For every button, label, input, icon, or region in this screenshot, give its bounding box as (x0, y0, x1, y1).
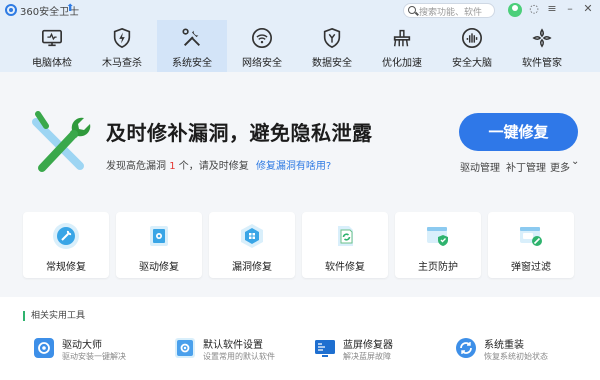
nav-item-network-security[interactable]: 网络安全 (227, 20, 297, 72)
wifi-icon (252, 28, 272, 48)
tools-section-title: 相关实用工具 (23, 311, 85, 321)
nav-label: 电脑体检 (32, 58, 72, 69)
software-refresh-icon (338, 226, 353, 246)
title-bar: 360安全卫士 ⬆ 搜索功能、软件 ◌ ≡ – ✕ (0, 0, 600, 20)
nav-item-system-security[interactable]: 系统安全 (157, 20, 227, 72)
minimize-icon[interactable]: – (563, 2, 577, 16)
tile-homepage-protection[interactable]: 主页防护 (395, 212, 481, 278)
more-link[interactable]: 更多 (550, 159, 570, 174)
app-logo-icon (5, 4, 17, 16)
tool-title: 驱动大师 (62, 340, 102, 351)
sub-prefix: 发现高危漏洞 (106, 161, 166, 172)
patch-management-link[interactable]: 补丁管理 (506, 159, 546, 174)
nav-label: 安全大脑 (452, 58, 492, 69)
tile-label: 漏洞修复 (232, 262, 272, 273)
tool-title: 默认软件设置 (203, 340, 263, 351)
tool-bluescreen-fixer[interactable]: 蓝屏修复器 解决蓝屏故障 (315, 336, 455, 366)
broom-icon (393, 29, 411, 47)
tool-title: 蓝屏修复器 (343, 340, 393, 351)
why-fix-link[interactable]: 修复漏洞有啥用? (256, 161, 331, 172)
nav-item-trojan-scan[interactable]: 木马查杀 (87, 20, 157, 72)
nav-label: 优化加速 (382, 58, 422, 69)
tool-desc: 驱动安装一键解决 (62, 352, 126, 361)
tile-label: 驱动修复 (139, 262, 179, 273)
related-tools-panel: 相关实用工具 驱动大师 驱动安装一键解决 默认软件设置 设置常用的默认软件 蓝屏… (0, 297, 600, 380)
bluescreen-fixer-icon (315, 340, 335, 357)
tool-title: 系统重装 (484, 340, 524, 351)
sub-suffix: 个，请及时修复 (178, 161, 249, 172)
skin-icon[interactable]: ◌ (527, 2, 541, 16)
one-click-fix-button[interactable]: 一键修复 (459, 113, 578, 151)
default-settings-icon (175, 338, 195, 358)
driver-gear-icon (150, 226, 168, 246)
nav-label: 数据安全 (312, 58, 352, 69)
hero-panel: 及时修补漏洞，避免隐私泄露 发现高危漏洞 1 个，请及时修复 修复漏洞有啥用? … (0, 72, 600, 200)
search-icon (408, 6, 416, 14)
brain-wave-icon (462, 28, 482, 48)
wrench-circle-icon (53, 223, 79, 249)
hero-subline: 发现高危漏洞 1 个，请及时修复 修复漏洞有啥用? (106, 157, 331, 172)
menu-icon[interactable]: ≡ (545, 2, 559, 16)
popup-block-icon (520, 227, 542, 246)
tool-driver-master[interactable]: 驱动大师 驱动安装一键解决 (34, 336, 174, 366)
tile-regular-fix[interactable]: 常规修复 (23, 212, 109, 278)
search-input[interactable]: 搜索功能、软件 (403, 3, 495, 18)
driver-management-link[interactable]: 驱动管理 (460, 159, 500, 174)
tile-label: 软件修复 (325, 262, 365, 273)
tool-desc: 设置常用的默认软件 (203, 352, 275, 361)
user-avatar[interactable] (508, 3, 522, 17)
tile-label: 常规修复 (46, 262, 86, 273)
homepage-shield-icon (427, 227, 448, 246)
search-placeholder: 搜索功能、软件 (419, 8, 483, 18)
close-icon[interactable]: ✕ (581, 2, 595, 16)
system-reinstall-icon (456, 338, 476, 358)
chevron-down-icon[interactable]: ⌄ (571, 156, 579, 167)
tile-popup-filter[interactable]: 弹窗过滤 (488, 212, 574, 278)
tile-label: 弹窗过滤 (511, 262, 551, 273)
nav-label: 网络安全 (242, 58, 282, 69)
nav-item-security-brain[interactable]: 安全大脑 (437, 20, 507, 72)
vulnerability-count: 1 (169, 161, 176, 172)
nav-item-pc-checkup[interactable]: 电脑体检 (17, 20, 87, 72)
tools-icon (182, 28, 200, 47)
tile-vulnerability-fix[interactable]: 漏洞修复 (209, 212, 295, 278)
tool-desc: 恢复系统初始状态 (484, 352, 548, 361)
hero-headline: 及时修补漏洞，避免隐私泄露 (106, 121, 373, 145)
tool-system-reinstall[interactable]: 系统重装 恢复系统初始状态 (456, 336, 596, 366)
nav-label: 软件管家 (522, 58, 562, 69)
nav-label: 系统安全 (172, 58, 212, 69)
windows-hex-icon (241, 224, 263, 248)
shield-bolt-icon (113, 27, 131, 49)
monitor-icon (42, 29, 62, 47)
tool-default-software[interactable]: 默认软件设置 设置常用的默认软件 (175, 336, 315, 366)
nav-item-software-manager[interactable]: 软件管家 (507, 20, 577, 72)
tile-label: 主页防护 (418, 262, 458, 273)
upgrade-arrow-icon[interactable]: ⬆ (66, 3, 74, 14)
tile-driver-fix[interactable]: 驱动修复 (116, 212, 202, 278)
main-nav: 电脑体检 木马查杀 系统安全 网络安全 数据安全 优化加速 安全大脑 软件管家 (0, 20, 600, 72)
data-shield-icon (323, 27, 341, 49)
nav-item-data-security[interactable]: 数据安全 (297, 20, 367, 72)
tool-desc: 解决蓝屏故障 (343, 352, 391, 361)
repair-tools-illustration-icon (32, 111, 91, 172)
nav-item-optimize[interactable]: 优化加速 (367, 20, 437, 72)
nav-label: 木马查杀 (102, 58, 142, 69)
tile-software-fix[interactable]: 软件修复 (302, 212, 388, 278)
driver-master-icon (34, 338, 54, 358)
flower-grid-icon (532, 28, 552, 48)
